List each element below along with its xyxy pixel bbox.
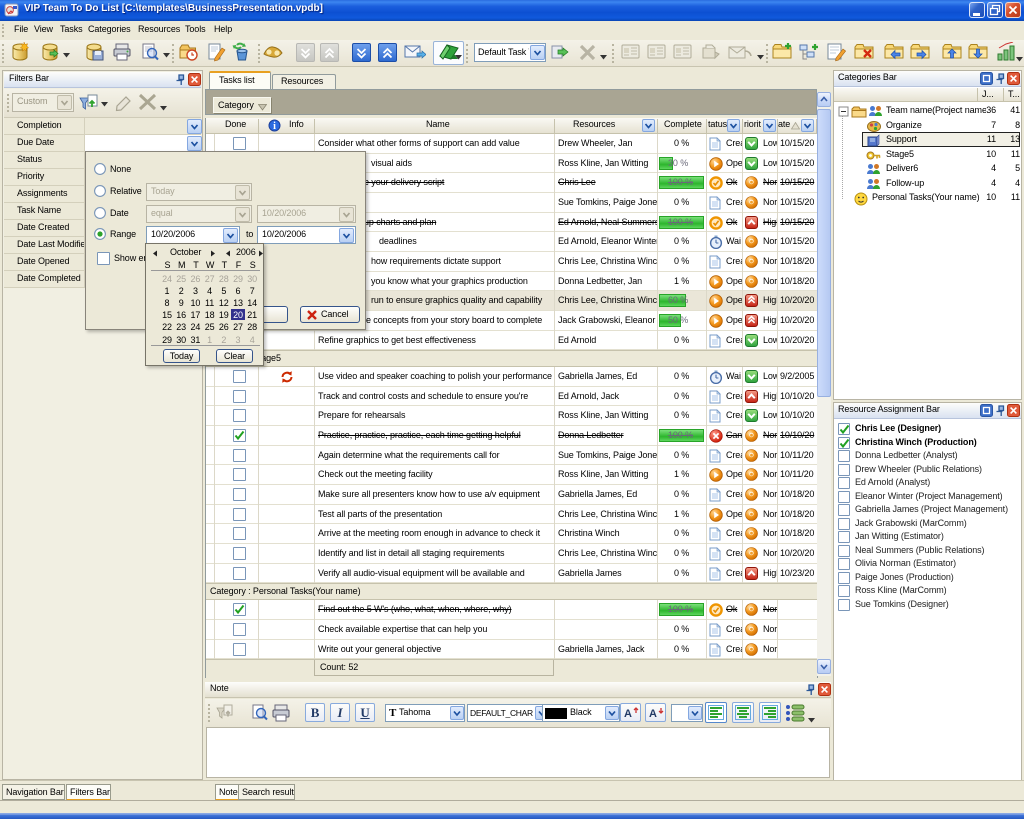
svg-text:i: i: [273, 121, 276, 132]
svg-text:A: A: [624, 708, 632, 720]
svg-text:A: A: [649, 708, 657, 720]
